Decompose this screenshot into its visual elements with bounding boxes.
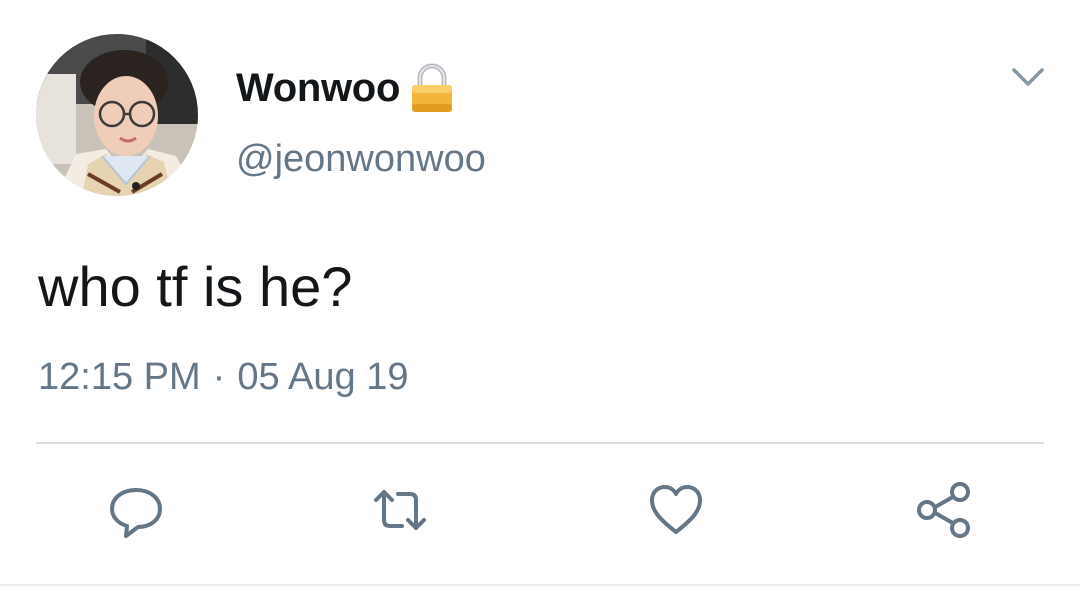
meta-separator: · [212,356,226,398]
reply-button[interactable] [106,480,166,540]
bottom-divider [0,584,1080,586]
tweet-time: 12:15 PM [38,356,201,398]
retweet-button[interactable] [370,480,430,540]
divider [36,442,1044,444]
heart-icon [650,485,702,534]
author-name-row: Wonwoo [236,62,456,114]
tweet-card: Wonwoo @jeonwonwoo who tf is he? 12:15 P… [0,0,1080,605]
share-icon [917,482,970,538]
share-button[interactable] [914,480,974,540]
tweet-timestamp: 12:15 PM · 05 Aug 19 [38,356,408,399]
tweet-date[interactable]: 05 Aug 19 [237,356,408,399]
display-name[interactable]: Wonwoo [236,66,400,111]
like-button[interactable] [646,480,706,540]
tweet-actions [0,480,1080,550]
user-handle[interactable]: @jeonwonwoo [236,138,486,181]
reply-icon [110,488,162,538]
chevron-down-icon[interactable] [1008,62,1048,92]
profile-photo [36,34,198,196]
tweet-text: who tf is he? [38,255,353,318]
avatar[interactable] [36,34,198,196]
retweet-icon [374,490,426,530]
lock-icon [408,62,456,114]
